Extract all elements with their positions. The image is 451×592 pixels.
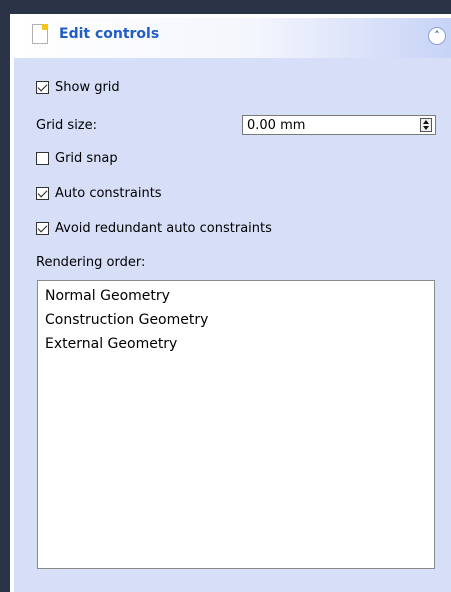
show-grid-checkbox[interactable] (36, 81, 49, 94)
window-frame: Edit controls ˄ Show grid Grid size: 0.0… (0, 0, 451, 592)
grid-snap-checkbox[interactable] (36, 152, 49, 165)
grid-size-label: Grid size: (36, 118, 98, 133)
list-item[interactable]: Construction Geometry (45, 312, 208, 328)
avoid-redundant-checkbox-row[interactable]: Avoid redundant auto constraints (36, 221, 272, 236)
avoid-redundant-label: Avoid redundant auto constraints (55, 221, 272, 236)
show-grid-checkbox-row[interactable]: Show grid (36, 80, 120, 95)
rendering-order-label: Rendering order: (36, 255, 146, 270)
grid-size-spinbox[interactable]: 0.00 mm (242, 115, 436, 135)
top-border (0, 0, 451, 14)
left-border (0, 0, 10, 592)
grid-snap-checkbox-row[interactable]: Grid snap (36, 151, 118, 166)
spin-up-icon[interactable] (423, 120, 429, 124)
list-item[interactable]: External Geometry (45, 336, 177, 352)
show-grid-label: Show grid (55, 80, 120, 95)
list-item[interactable]: Normal Geometry (45, 288, 170, 304)
grid-size-value[interactable]: 0.00 mm (247, 118, 305, 133)
document-icon (32, 24, 48, 44)
spin-down-icon[interactable] (423, 126, 429, 130)
auto-constraints-label: Auto constraints (55, 186, 162, 201)
auto-constraints-checkbox-row[interactable]: Auto constraints (36, 186, 162, 201)
spin-arrows[interactable] (420, 118, 432, 132)
panel-header[interactable]: Edit controls ˄ (14, 18, 451, 58)
chevron-up-icon[interactable]: ˄ (428, 27, 446, 45)
rendering-order-list[interactable]: Normal Geometry Construction Geometry Ex… (37, 280, 435, 569)
grid-snap-label: Grid snap (55, 151, 118, 166)
auto-constraints-checkbox[interactable] (36, 187, 49, 200)
panel-title: Edit controls (59, 26, 160, 42)
edit-controls-panel: Edit controls ˄ Show grid Grid size: 0.0… (14, 18, 451, 592)
avoid-redundant-checkbox[interactable] (36, 222, 49, 235)
